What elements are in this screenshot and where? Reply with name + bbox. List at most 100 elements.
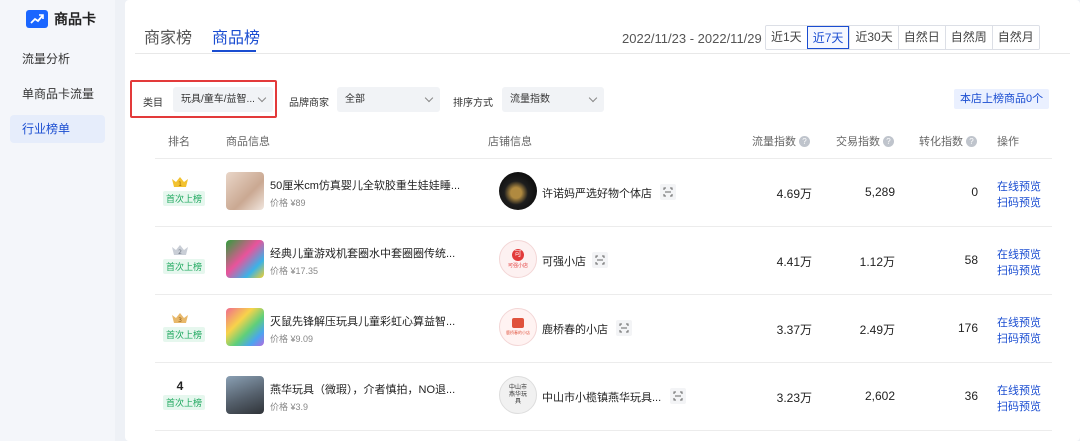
rank-cell: 4 首次上榜	[163, 379, 206, 410]
help-icon[interactable]: ?	[883, 135, 894, 147]
trend-chart-icon	[26, 10, 48, 28]
online-preview-link[interactable]: 在线预览	[997, 178, 1041, 194]
table-row: 2 首次上榜 经典儿童游戏机套圈水中套圈圈传统... 价格 ¥17.35 可 可…	[125, 226, 1080, 294]
first-listed-tag: 首次上榜	[163, 191, 206, 206]
shop-avatar[interactable]	[499, 172, 537, 210]
scan-icon[interactable]	[616, 320, 632, 336]
table-row: 4 首次上榜 燕华玩具（微瑕），介者慎拍，NO退... 价格 ¥3.9 中山市燕…	[125, 362, 1080, 430]
table-row: 3 首次上榜 灭鼠先锋解压玩具儿童彩虹心算益智... 价格 ¥9.09 鹿桥春的…	[125, 294, 1080, 362]
product-title[interactable]: 50厘米cm仿真婴儿全软胶重生娃娃睡...	[270, 177, 470, 193]
period-7d-button[interactable]: 近7天	[806, 26, 850, 49]
column-header-rank: 排名	[168, 133, 190, 149]
product-price: 价格 ¥89	[270, 198, 306, 208]
product-thumbnail[interactable]	[226, 240, 264, 278]
period-day-button[interactable]: 自然日	[897, 26, 945, 49]
header-divider	[135, 53, 1070, 54]
rank-cell: 1 首次上榜	[163, 176, 206, 206]
chevron-down-icon	[257, 93, 267, 103]
shop-logo-text: 可强小店	[507, 263, 528, 269]
product-title[interactable]: 灭鼠先锋解压玩具儿童彩虹心算益智...	[270, 313, 470, 329]
column-traffic-label: 流量指数	[752, 136, 796, 148]
online-preview-link[interactable]: 在线预览	[997, 382, 1041, 398]
bronze-crown-icon: 3	[171, 312, 189, 324]
product-title[interactable]: 燕华玩具（微瑕），介者慎拍，NO退...	[270, 381, 470, 397]
scan-preview-link[interactable]: 扫码预览	[997, 262, 1041, 278]
traffic-index: 4.69万	[776, 187, 812, 201]
column-rank-label: 排名	[168, 136, 190, 148]
sidebar-item-traffic-analysis[interactable]: 流量分析	[10, 45, 105, 73]
category-select[interactable]: 玩具/童车/益智...	[173, 87, 273, 112]
shop-avatar[interactable]: 可 可强小店	[499, 240, 537, 278]
svg-text:1: 1	[178, 181, 182, 188]
column-header-traffic: 流量指数?	[752, 133, 810, 149]
column-header-conversion: 转化指数?	[919, 133, 977, 149]
column-header-product: 商品信息	[226, 133, 270, 149]
traffic-index: 3.37万	[776, 323, 812, 337]
svg-text:3: 3	[178, 317, 182, 324]
column-action-label: 操作	[997, 136, 1019, 148]
brand-select[interactable]: 全部	[337, 87, 440, 112]
column-trade-label: 交易指数	[836, 136, 880, 148]
active-tab-underline	[212, 50, 256, 52]
period-1d-button[interactable]: 近1天	[766, 26, 807, 49]
scan-preview-link[interactable]: 扫码预览	[997, 398, 1041, 414]
scan-preview-link[interactable]: 扫码预览	[997, 194, 1041, 210]
category-value: 玩具/童车/益智...	[181, 94, 255, 105]
online-preview-link[interactable]: 在线预览	[997, 246, 1041, 262]
column-product-label: 商品信息	[226, 136, 270, 148]
help-icon[interactable]: ?	[966, 135, 977, 147]
sidebar-item-single-product-traffic[interactable]: 单商品卡流量	[10, 80, 105, 108]
column-header-shop: 店铺信息	[488, 133, 532, 149]
tab-product-ranking[interactable]: 商品榜	[212, 24, 260, 48]
product-price: 价格 ¥17.35	[270, 266, 319, 276]
product-title[interactable]: 经典儿童游戏机套圈水中套圈圈传统...	[270, 245, 470, 261]
conversion-index: 176	[957, 321, 978, 335]
scan-icon[interactable]	[670, 388, 686, 404]
brand-value: 全部	[345, 94, 365, 105]
scan-icon[interactable]	[660, 184, 676, 200]
shop-logo-mark: 可	[512, 249, 524, 261]
brand-label: 商品卡	[54, 11, 96, 27]
period-week-button[interactable]: 自然周	[944, 26, 992, 49]
conversion-index: 0	[971, 185, 978, 199]
store-ranked-count-badge[interactable]: 本店上榜商品0个	[954, 89, 1050, 109]
scan-preview-link[interactable]: 扫码预览	[997, 330, 1041, 346]
shop-name[interactable]: 鹿桥春的小店	[542, 321, 608, 337]
shop-avatar[interactable]: 鹿桥春的小店	[499, 308, 537, 346]
conversion-index: 58	[964, 253, 978, 267]
sidebar: 商品卡 流量分析 单商品卡流量 行业榜单	[0, 0, 115, 441]
brand: 商品卡	[26, 8, 96, 30]
conversion-index: 36	[964, 389, 978, 403]
help-icon[interactable]: ?	[799, 135, 810, 147]
shop-avatar[interactable]: 中山市燕华玩具	[499, 376, 537, 414]
product-thumbnail[interactable]	[226, 308, 264, 346]
tab-merchant-ranking[interactable]: 商家榜	[144, 24, 192, 48]
shop-name[interactable]: 许诺妈严选好物个体店	[542, 185, 652, 201]
sort-select[interactable]: 流量指数	[502, 87, 604, 112]
shop-logo-text: 中山市燕华玩具	[508, 384, 527, 405]
column-header-action: 操作	[997, 133, 1019, 149]
chevron-down-icon	[588, 93, 598, 103]
product-thumbnail[interactable]	[226, 376, 264, 414]
trade-index: 5,289	[864, 185, 895, 199]
sort-label: 排序方式	[453, 98, 493, 109]
period-30d-button[interactable]: 近30天	[849, 26, 898, 49]
gold-crown-icon: 1	[171, 176, 189, 188]
brand-label: 品牌商家	[289, 98, 329, 109]
traffic-index: 4.41万	[776, 255, 812, 269]
product-thumbnail[interactable]	[226, 172, 264, 210]
period-month-button[interactable]: 自然月	[991, 26, 1039, 49]
first-listed-tag: 首次上榜	[163, 327, 206, 342]
shop-logo-text: 鹿桥春的小店	[506, 330, 530, 335]
table-row: 1 首次上榜 50厘米cm仿真婴儿全软胶重生娃娃睡... 价格 ¥89 许诺妈严…	[125, 158, 1080, 226]
chevron-down-icon	[424, 93, 434, 103]
sidebar-item-industry-ranking[interactable]: 行业榜单	[10, 115, 105, 143]
product-price: 价格 ¥9.09	[270, 334, 314, 344]
online-preview-link[interactable]: 在线预览	[997, 314, 1041, 330]
svg-text:2: 2	[178, 249, 182, 256]
rank-number: 4	[176, 379, 184, 393]
shop-name[interactable]: 可强小店	[542, 253, 586, 269]
scan-icon[interactable]	[592, 252, 608, 268]
shop-name[interactable]: 中山市小榄镇燕华玩具...	[542, 389, 661, 405]
product-price: 价格 ¥3.9	[270, 402, 309, 412]
